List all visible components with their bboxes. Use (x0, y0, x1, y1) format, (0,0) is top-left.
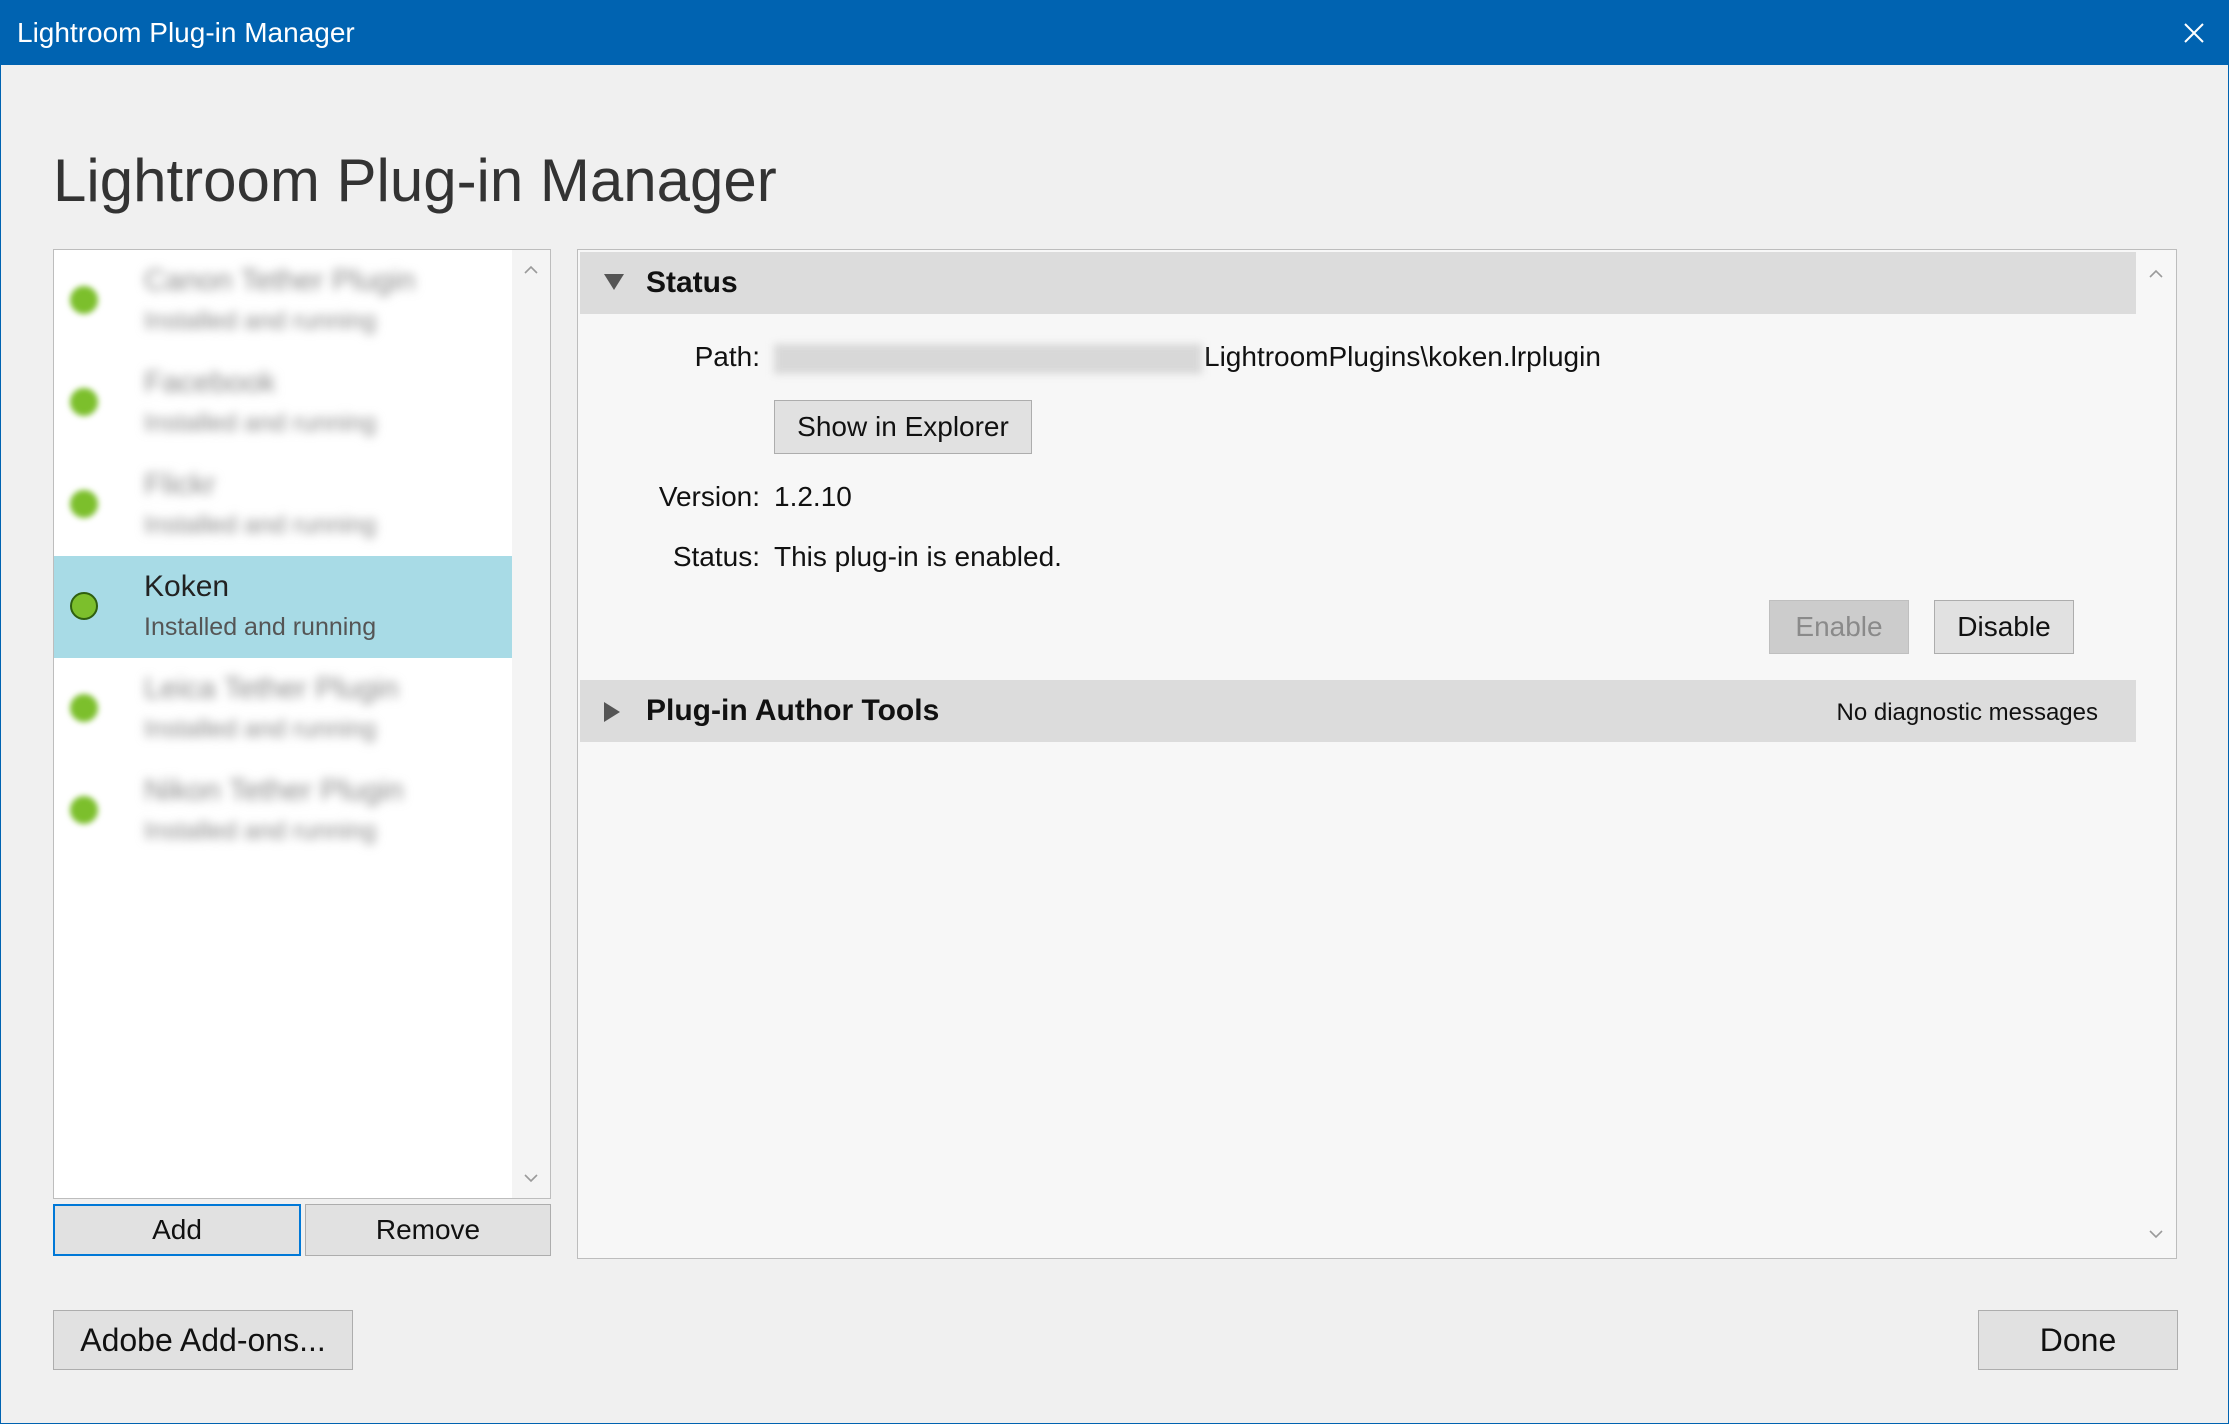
status-dot-icon (70, 286, 98, 314)
plugin-list-item[interactable]: Facebook Installed and running (54, 352, 512, 454)
plugin-name: Koken (144, 570, 230, 603)
enable-button[interactable]: Enable (1769, 600, 1909, 654)
status-value: This plug-in is enabled. (774, 541, 1062, 572)
diagnostic-messages-note: No diagnostic messages (1836, 699, 2098, 726)
plugin-list[interactable]: Canon Tether Plugin Installed and runnin… (53, 249, 551, 1199)
plugin-status: Installed and running (144, 307, 377, 335)
scroll-down-button[interactable] (512, 1160, 550, 1196)
plugin-status: Installed and running (144, 715, 377, 743)
plugin-status: Installed and running (144, 613, 377, 641)
chevron-up-icon (524, 265, 538, 274)
plugin-name: Leica Tether Plugin (144, 672, 399, 705)
path-text: LightroomPlugins\koken.lrplugin (1204, 341, 1601, 372)
plugin-name: Facebook (144, 366, 276, 399)
plugin-name: Nikon Tether Plugin (144, 774, 404, 807)
scroll-down-button[interactable] (2136, 1216, 2176, 1252)
chevron-down-icon (524, 1174, 538, 1183)
plugin-status: Installed and running (144, 817, 377, 845)
chevron-up-icon (2149, 269, 2163, 278)
detail-scrollbar[interactable] (2136, 250, 2176, 1258)
plugin-list-item-koken[interactable]: Koken Installed and running (54, 556, 512, 658)
plugin-list-item[interactable]: Flickr Installed and running (54, 454, 512, 556)
plugin-manager-window: Lightroom Plug-in Manager Lightroom Plug… (0, 0, 2229, 1424)
plugin-name: Flickr (144, 468, 216, 501)
path-label: Path: (694, 341, 760, 372)
plugin-name: Canon Tether Plugin (144, 264, 416, 297)
triangle-right-icon (604, 702, 620, 722)
done-button[interactable]: Done (1978, 1310, 2178, 1370)
status-dot-icon (70, 592, 98, 620)
disable-button[interactable]: Disable (1934, 600, 2074, 654)
show-in-explorer-button[interactable]: Show in Explorer (774, 400, 1032, 454)
plugin-list-item[interactable]: Nikon Tether Plugin Installed and runnin… (54, 760, 512, 862)
chevron-down-icon (2149, 1230, 2163, 1239)
author-tools-section-title: Plug-in Author Tools (646, 694, 940, 727)
scroll-up-button[interactable] (512, 252, 550, 288)
redacted-path-prefix (774, 343, 1202, 374)
triangle-down-icon (604, 274, 624, 290)
add-button[interactable]: Add (53, 1204, 301, 1256)
status-dot-icon (70, 388, 98, 416)
plugin-list-scrollbar[interactable] (512, 250, 550, 1198)
status-dot-icon (70, 796, 98, 824)
page-title: Lightroom Plug-in Manager (53, 147, 777, 214)
author-tools-section-header[interactable]: Plug-in Author Tools No diagnostic messa… (580, 680, 2136, 742)
version-value: 1.2.10 (774, 481, 852, 512)
status-dot-icon (70, 694, 98, 722)
remove-button[interactable]: Remove (305, 1204, 551, 1256)
status-section-title: Status (646, 266, 738, 299)
path-value: LightroomPlugins\koken.lrplugin (774, 340, 1601, 374)
status-label: Status: (672, 541, 760, 572)
adobe-addons-button[interactable]: Adobe Add-ons... (53, 1310, 353, 1370)
title-bar[interactable]: Lightroom Plug-in Manager (1, 1, 2228, 65)
close-icon (2184, 23, 2204, 43)
plugin-detail-panel: Status Path: LightroomPlugins\koken.lrpl… (577, 249, 2177, 1259)
plugin-list-item[interactable]: Canon Tether Plugin Installed and runnin… (54, 250, 512, 352)
close-button[interactable] (2160, 1, 2228, 65)
plugin-list-items: Canon Tether Plugin Installed and runnin… (54, 250, 512, 862)
status-section-header[interactable]: Status (580, 252, 2136, 314)
plugin-status: Installed and running (144, 511, 377, 539)
scroll-up-button[interactable] (2136, 256, 2176, 292)
plugin-status: Installed and running (144, 409, 377, 437)
version-label: Version: (658, 481, 760, 512)
status-dot-icon (70, 490, 98, 518)
plugin-list-item[interactable]: Leica Tether Plugin Installed and runnin… (54, 658, 512, 760)
window-title: Lightroom Plug-in Manager (17, 17, 355, 48)
